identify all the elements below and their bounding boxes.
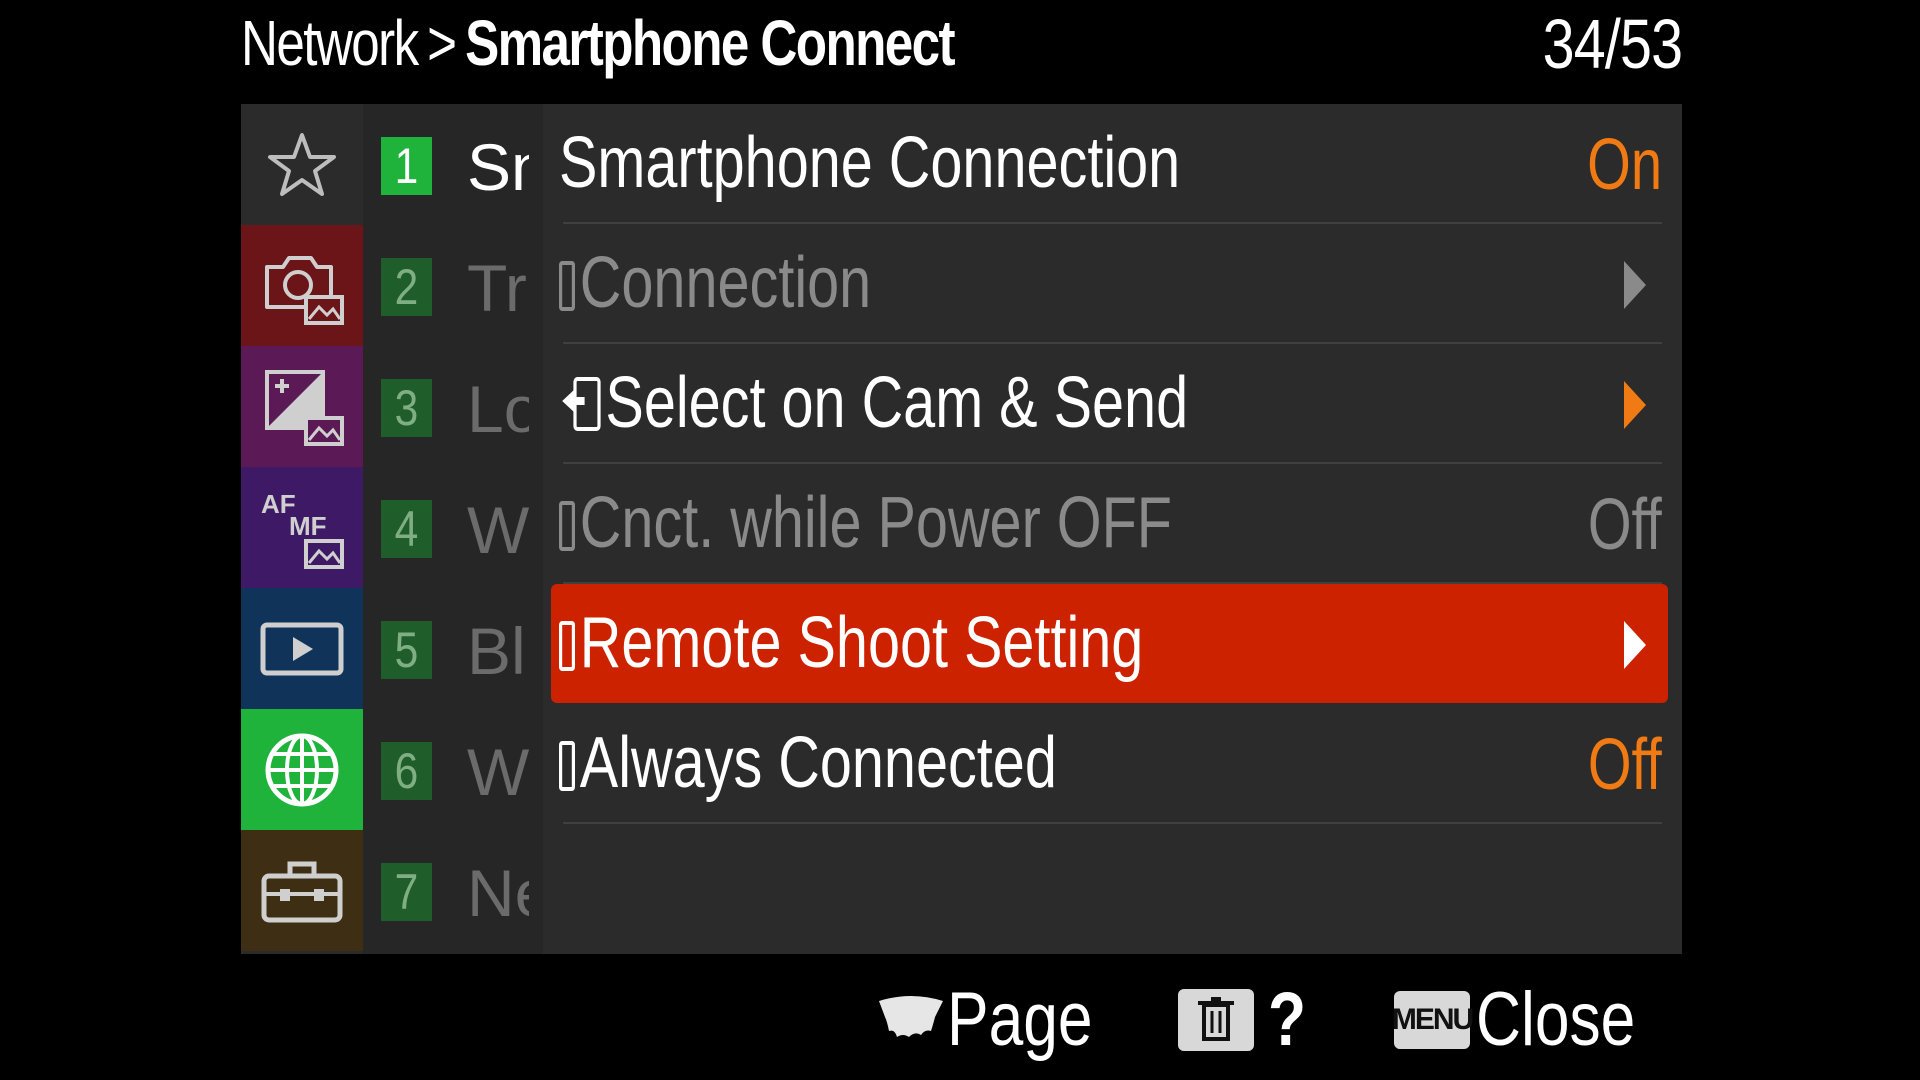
close-hint[interactable]: MENU Close xyxy=(1392,977,1670,1062)
playback-icon xyxy=(260,622,344,675)
subtab-label: Lo xyxy=(467,376,529,442)
subtab-number: 6 xyxy=(381,742,432,800)
help-hint-label: ? xyxy=(1268,977,1307,1062)
smartphone-icon xyxy=(559,741,575,791)
menu-item-label-wrap: Always Connected xyxy=(559,722,1057,804)
chevron-right-icon xyxy=(1624,261,1646,309)
subtab-label: W xyxy=(467,739,529,805)
menu-item-list: Smartphone Connection On Connection Sele… xyxy=(545,104,1682,954)
breadcrumb: Network > Smartphone Connect xyxy=(241,6,956,80)
menu-item-cnct-while-power-off[interactable]: Cnct. while Power OFF Off xyxy=(551,464,1668,584)
menu-item-value: Off xyxy=(1588,725,1662,805)
breadcrumb-separator: > xyxy=(427,7,457,79)
menu-panel: AF MF 1 S 2 Tr 3 Lo 4 W 5 Bl 6 W 7 N Sma… xyxy=(241,104,1682,954)
subtab-number: 4 xyxy=(381,500,432,558)
category-setup[interactable] xyxy=(241,830,363,951)
menu-item-connection[interactable]: Connection xyxy=(551,224,1668,344)
send-to-phone-icon xyxy=(562,377,601,431)
trash-icon xyxy=(1178,989,1254,1051)
page-hint-label: Page xyxy=(947,977,1093,1062)
subtab-label: Bl xyxy=(467,618,526,684)
subtab-number: 3 xyxy=(381,379,432,437)
smartphone-icon xyxy=(559,501,575,551)
subtab-2[interactable]: 2 Tr xyxy=(363,225,543,346)
subtab-3[interactable]: 3 Lo xyxy=(363,346,543,467)
smartphone-icon xyxy=(559,261,575,311)
camera-photo-icon xyxy=(265,255,344,325)
menu-item-label: Connection xyxy=(579,243,872,323)
subtab-column: 1 Sn 2 Tr 3 Lo 4 W 5 Bl 6 W 7 Ne xyxy=(363,104,543,954)
category-column: AF MF xyxy=(241,104,363,954)
menu-item-label-wrap: Cnct. while Power OFF xyxy=(559,482,1172,564)
subtab-number: 7 xyxy=(381,863,432,921)
subtab-4[interactable]: 4 W xyxy=(363,467,543,588)
menu-item-always-connected[interactable]: Always Connected Off xyxy=(551,704,1668,824)
menu-item-remote-shoot-setting[interactable]: Remote Shoot Setting xyxy=(551,584,1668,703)
header: Network > Smartphone Connect 34/53 xyxy=(241,0,1683,98)
footer-hints: Page ? MENU Close xyxy=(0,960,1920,1080)
breadcrumb-current: Smartphone Connect xyxy=(465,7,956,79)
exposure-image-icon xyxy=(265,369,344,446)
menu-item-label: Cnct. while Power OFF xyxy=(579,483,1172,563)
subtab-5[interactable]: 5 Bl xyxy=(363,588,543,709)
category-network[interactable] xyxy=(241,709,363,830)
subtab-7[interactable]: 7 Ne xyxy=(363,830,543,951)
menu-item-value: On xyxy=(1587,125,1662,205)
menu-item-label: Always Connected xyxy=(579,723,1057,803)
subtab-label: Ne xyxy=(467,860,529,926)
subtab-label: Sn xyxy=(467,134,529,200)
subtab-number: 5 xyxy=(381,621,432,679)
globe-icon xyxy=(265,733,339,806)
subtab-label: Tr xyxy=(467,255,527,321)
close-hint-label: Close xyxy=(1476,977,1636,1062)
menu-item-label-wrap: Remote Shoot Setting xyxy=(559,602,1143,684)
menu-item-label: Remote Shoot Setting xyxy=(579,603,1144,683)
menu-item-label: Select on Cam & Send xyxy=(605,363,1189,443)
menu-item-label-wrap: Connection xyxy=(559,242,871,324)
menu-item-label-wrap: Select on Cam & Send xyxy=(559,362,1188,444)
category-shooting[interactable] xyxy=(241,225,363,346)
category-favorites[interactable] xyxy=(241,104,363,225)
subtab-label: W xyxy=(467,497,529,563)
subtab-number: 1 xyxy=(381,137,432,195)
subtab-number: 2 xyxy=(381,258,432,316)
menu-item-value: Off xyxy=(1588,485,1662,565)
category-exposure[interactable] xyxy=(241,346,363,467)
chevron-right-icon xyxy=(1624,381,1646,429)
toolbox-icon xyxy=(261,861,343,922)
page-counter: 34/53 xyxy=(1542,5,1682,83)
chevron-right-icon xyxy=(1624,621,1646,669)
subtab-1[interactable]: 1 Sn xyxy=(363,104,543,225)
menu-item-label: Smartphone Connection xyxy=(559,123,1181,203)
menu-item-smartphone-connection[interactable]: Smartphone Connection On xyxy=(551,104,1668,224)
control-wheel-icon xyxy=(879,996,943,1037)
menu-button-icon: MENU xyxy=(1392,991,1474,1049)
af-mf-icon: AF MF xyxy=(261,489,344,569)
svg-text:MF: MF xyxy=(289,511,327,541)
category-focus[interactable]: AF MF xyxy=(241,467,363,588)
star-icon xyxy=(268,132,336,196)
breadcrumb-parent: Network xyxy=(241,7,419,79)
subtab-6[interactable]: 6 W xyxy=(363,709,543,830)
category-playback[interactable] xyxy=(241,588,363,709)
menu-item-select-on-cam-send[interactable]: Select on Cam & Send xyxy=(551,344,1668,464)
smartphone-icon xyxy=(559,621,575,671)
page-hint[interactable]: Page xyxy=(875,980,1125,1060)
help-hint[interactable]: ? xyxy=(1178,980,1314,1060)
